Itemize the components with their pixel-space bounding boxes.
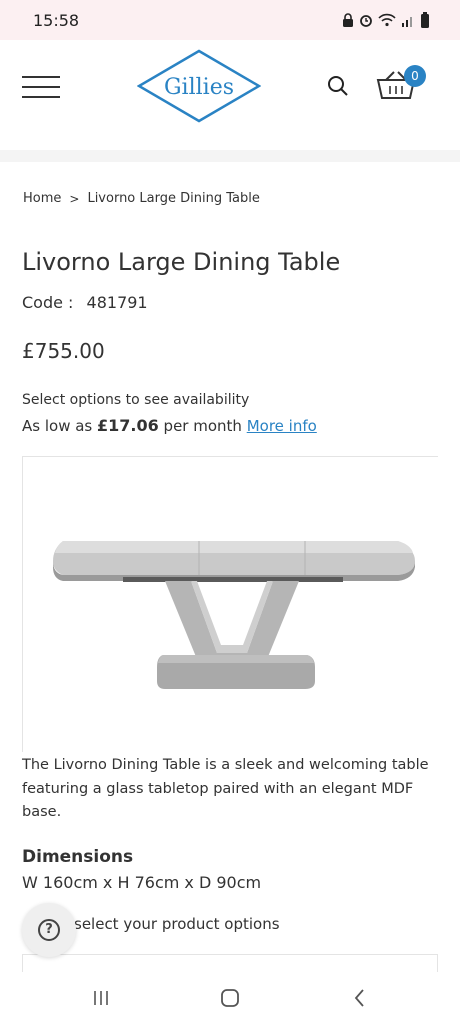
battery-icon (421, 12, 429, 28)
finance-info: As low as £17.06 per month More info (22, 416, 317, 435)
breadcrumb: Home > Livorno Large Dining Table (23, 191, 260, 206)
status-icons (342, 12, 430, 28)
header-divider (0, 150, 460, 162)
back-icon[interactable] (350, 988, 370, 1008)
signal-icon (402, 17, 412, 27)
breadcrumb-home-link[interactable]: Home (23, 191, 61, 206)
question-icon: ? (38, 919, 60, 941)
availability-text: Select options to see availability (22, 392, 250, 408)
site-header: Gillies 0 (0, 40, 460, 150)
status-time: 15:58 (33, 11, 80, 30)
menu-button[interactable] (22, 76, 60, 98)
options-prompt: select your product options (74, 915, 280, 933)
alarm-icon (360, 15, 372, 27)
finance-amount: £17.06 (97, 416, 159, 435)
product-image-frame[interactable] (22, 456, 438, 752)
dimensions-heading: Dimensions (22, 847, 134, 867)
more-info-link[interactable]: More info (247, 417, 317, 435)
finance-suffix: per month (163, 417, 242, 435)
cart-count-badge[interactable]: 0 (404, 65, 426, 87)
finance-prefix: As low as (22, 417, 93, 435)
lock-icon (343, 13, 353, 27)
help-button[interactable]: ? (22, 903, 76, 957)
logo-text: Gillies (164, 75, 234, 100)
breadcrumb-separator: > (69, 191, 80, 206)
product-code-label: Code : (22, 293, 74, 312)
wifi-icon (378, 13, 396, 27)
gillies-logo[interactable]: Gillies (137, 49, 261, 123)
product-description: The Livorno Dining Table is a sleek and … (22, 757, 429, 820)
home-icon[interactable] (220, 988, 240, 1008)
product-code: Code : 481791 (22, 293, 148, 312)
breadcrumb-current: Livorno Large Dining Table (87, 191, 260, 206)
recents-icon[interactable] (91, 988, 111, 1008)
dimensions-value: W 160cm x H 76cm x D 90cm (22, 873, 262, 892)
product-title: Livorno Large Dining Table (22, 248, 341, 276)
system-nav-bar (0, 972, 460, 1024)
product-code-value: 481791 (86, 293, 148, 312)
hamburger-icon (22, 76, 60, 78)
search-icon[interactable] (326, 74, 350, 98)
status-bar: 15:58 (0, 0, 460, 40)
product-image (53, 541, 415, 689)
product-price: £755.00 (22, 339, 105, 363)
